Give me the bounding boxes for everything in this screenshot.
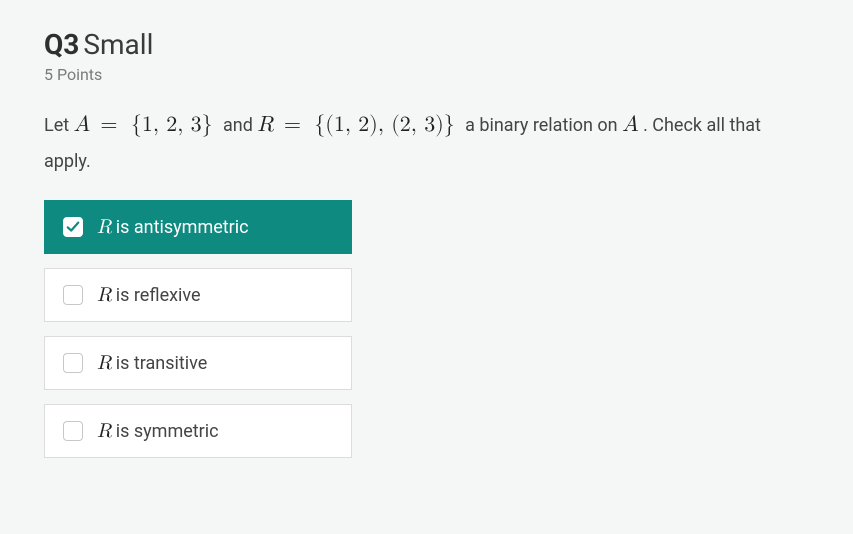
option-label: R is reflexive: [97, 283, 201, 307]
option-symmetric[interactable]: R is symmetric: [44, 404, 352, 458]
math-set-r: R = {(1, 2), (2, 3)}: [257, 114, 465, 136]
option-transitive[interactable]: R is transitive: [44, 336, 352, 390]
checkbox: [63, 353, 83, 373]
check-icon: [66, 220, 80, 234]
question-header: Q3 Small: [44, 28, 809, 61]
question-points: 5 Points: [44, 65, 809, 84]
option-label: R is symmetric: [97, 419, 219, 443]
question-prompt: Let A = {1, 2, 3} and R = {(1, 2), (2, 3…: [44, 106, 809, 178]
option-antisymmetric[interactable]: R is antisymmetric: [44, 200, 352, 254]
prompt-text: Let: [44, 115, 74, 136]
math-set-a: A = {1, 2, 3}: [74, 114, 223, 136]
checkbox: [63, 285, 83, 305]
question-number: Q3: [44, 28, 79, 61]
math-a-ref: A: [622, 114, 639, 136]
question-title: Small: [83, 28, 153, 61]
option-label: R is transitive: [97, 351, 207, 375]
checkbox: [63, 217, 83, 237]
prompt-text: and: [223, 115, 257, 136]
checkbox: [63, 421, 83, 441]
prompt-text: a binary relation on: [465, 115, 622, 136]
option-reflexive[interactable]: R is reflexive: [44, 268, 352, 322]
options-list: R is antisymmetric R is reflexive R is t…: [44, 200, 352, 458]
option-label: R is antisymmetric: [97, 215, 249, 239]
